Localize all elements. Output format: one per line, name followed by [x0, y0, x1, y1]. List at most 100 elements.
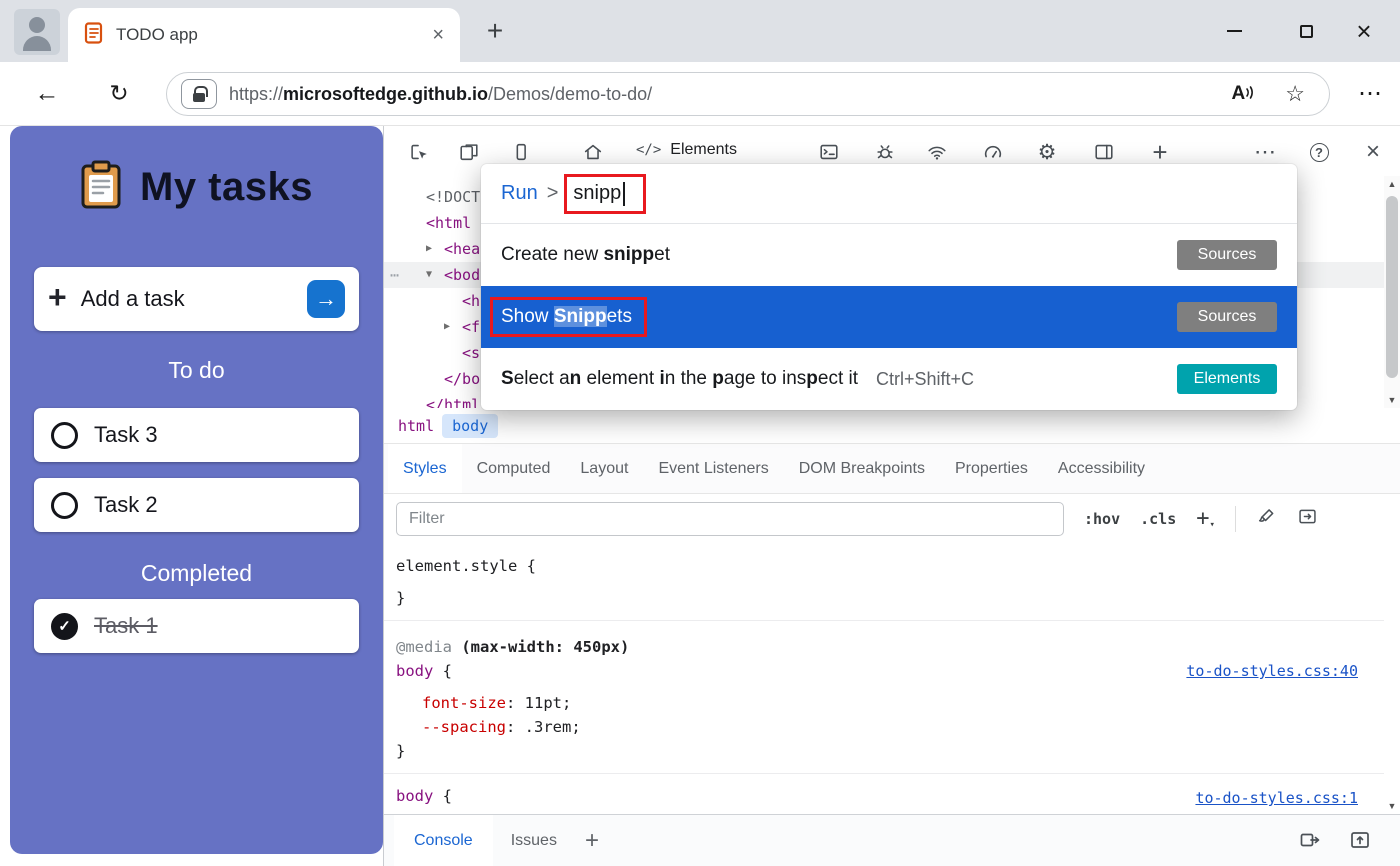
- toolbar-divider: [1235, 506, 1236, 532]
- chevron-prompt: >: [547, 182, 559, 205]
- browser-tab[interactable]: TODO app ×: [68, 8, 460, 62]
- url-bar[interactable]: https://microsoftedge.github.io/Demos/de…: [166, 72, 1330, 116]
- tab-close-icon[interactable]: ×: [432, 24, 444, 47]
- tab-event-listeners[interactable]: Event Listeners: [643, 444, 783, 493]
- move-drawer-icon[interactable]: [1348, 828, 1374, 854]
- code-icon: </>: [636, 142, 661, 158]
- read-aloud-button[interactable]: A: [1224, 83, 1264, 105]
- styles-scrollbar[interactable]: ▼: [1384, 544, 1400, 814]
- maximize-icon: [1300, 25, 1313, 38]
- command-item-show-snippets[interactable]: Show Snippets Sources: [481, 286, 1297, 348]
- app-header: My tasks: [10, 126, 383, 215]
- minimize-button[interactable]: [1210, 0, 1258, 62]
- read-aloud-icon: A: [1232, 83, 1246, 105]
- favorites-star-icon[interactable]: ☆: [1275, 81, 1315, 107]
- task-label: Task 3: [94, 422, 158, 448]
- style-rule-media[interactable]: @media (max-width: 450px) body {to-do-st…: [384, 621, 1384, 774]
- scrollbar-thumb[interactable]: [1386, 196, 1398, 378]
- tab-properties[interactable]: Properties: [940, 444, 1043, 493]
- devtools-menu-icon[interactable]: ⋯: [1252, 139, 1278, 165]
- network-icon[interactable]: [924, 139, 950, 165]
- breadcrumb-body-selected[interactable]: body: [442, 414, 498, 438]
- task-checkbox[interactable]: [51, 492, 78, 519]
- site-info-button[interactable]: [181, 79, 217, 109]
- styles-filter-input[interactable]: [396, 502, 1064, 536]
- add-task-form[interactable]: + Add a task →: [34, 267, 359, 331]
- annotation-highlight-box: Show Snippets: [490, 297, 647, 337]
- stylesheet-link[interactable]: to-do-styles.css:40: [1186, 659, 1358, 683]
- css-declaration[interactable]: font-size: 11pt;: [396, 691, 1384, 715]
- command-item-select-element[interactable]: Select an element in the page to inspect…: [481, 348, 1297, 410]
- refresh-button[interactable]: ↻: [98, 62, 140, 125]
- check-icon: ✓: [58, 617, 71, 635]
- rendering-brush-icon[interactable]: [1256, 506, 1277, 532]
- tab-layout[interactable]: Layout: [565, 444, 643, 493]
- breadcrumb-html[interactable]: html: [398, 417, 434, 435]
- task-checkbox[interactable]: [51, 422, 78, 449]
- css-declaration[interactable]: --spacing: .3rem;: [396, 715, 1384, 739]
- dom-scrollbar[interactable]: ▲ ▼: [1384, 176, 1400, 408]
- scroll-down-icon[interactable]: ▼: [1384, 798, 1400, 814]
- toggle-class-button[interactable]: .cls: [1140, 510, 1176, 528]
- scroll-down-icon[interactable]: ▼: [1384, 392, 1400, 408]
- tab-dom-breakpoints[interactable]: DOM Breakpoints: [784, 444, 940, 493]
- twisty-collapsed-icon[interactable]: ▶: [426, 236, 432, 262]
- drawer-tab-console[interactable]: Console: [394, 815, 493, 866]
- command-menu-header: Run > snipp: [481, 164, 1297, 224]
- styles-pane: element.style { } @media (max-width: 450…: [384, 544, 1384, 814]
- command-item-create-snippet[interactable]: Create new snippet Sources: [481, 224, 1297, 286]
- node-menu-dots-icon[interactable]: ⋯: [390, 262, 399, 288]
- task-row-completed[interactable]: ✓ Task 1: [34, 599, 359, 653]
- task-row[interactable]: Task 3: [34, 408, 359, 462]
- welcome-home-icon[interactable]: [580, 139, 606, 165]
- profile-avatar-icon[interactable]: [14, 9, 60, 55]
- command-query-input[interactable]: snipp: [564, 174, 646, 214]
- devtools-close-icon[interactable]: ×: [1360, 139, 1386, 165]
- stylesheet-link[interactable]: to-do-styles.css:1: [1195, 786, 1358, 810]
- avatar-torso: [23, 36, 51, 51]
- add-task-input[interactable]: Add a task: [81, 286, 307, 312]
- help-icon[interactable]: ?: [1306, 139, 1332, 165]
- tab-accessibility[interactable]: Accessibility: [1043, 444, 1160, 493]
- task-checkbox-checked[interactable]: ✓: [51, 613, 78, 640]
- console-panel-icon[interactable]: [816, 139, 842, 165]
- settings-gear-icon[interactable]: ⚙: [1034, 139, 1060, 165]
- open-panel-icon[interactable]: [1297, 506, 1318, 532]
- debugger-bug-icon[interactable]: [872, 139, 898, 165]
- new-style-rule-button[interactable]: +▾: [1196, 506, 1215, 531]
- arrow-right-icon: →: [315, 286, 337, 312]
- tab-computed[interactable]: Computed: [462, 444, 566, 493]
- new-tab-button[interactable]: +: [476, 13, 514, 51]
- style-rule-inline[interactable]: element.style { }: [384, 544, 1384, 621]
- twisty-collapsed-icon[interactable]: ▶: [444, 314, 450, 340]
- task-label: Task 2: [94, 492, 158, 518]
- scroll-up-icon[interactable]: ▲: [1384, 176, 1400, 192]
- drawer-add-tab-icon[interactable]: +: [575, 827, 609, 855]
- dom-tag-text: <bod: [444, 266, 480, 284]
- inspect-element-icon[interactable]: [406, 139, 432, 165]
- tab-favicon-icon: [84, 22, 104, 49]
- window-close-button[interactable]: ×: [1340, 0, 1388, 62]
- back-button[interactable]: ←: [26, 62, 68, 125]
- browser-menu-button[interactable]: ⋯: [1358, 62, 1384, 125]
- rule-selector: body: [396, 662, 433, 680]
- expand-console-icon[interactable]: [1298, 828, 1324, 854]
- style-rule-body[interactable]: body {to-do-styles.css:1 margin: ▶calc(2…: [384, 774, 1384, 814]
- drawer-tab-issues[interactable]: Issues: [493, 832, 575, 850]
- toggle-hover-state-button[interactable]: :hov: [1084, 510, 1120, 528]
- tab-styles[interactable]: Styles: [388, 444, 462, 493]
- task-row[interactable]: Task 2: [34, 478, 359, 532]
- command-item-label: Select an element in the page to inspect…: [501, 368, 858, 390]
- task-label: Task 1: [94, 613, 158, 639]
- performance-gauge-icon[interactable]: [980, 139, 1006, 165]
- activity-bar-icon[interactable]: [508, 139, 534, 165]
- device-toolbar-icon[interactable]: [456, 139, 482, 165]
- dock-side-icon[interactable]: [1091, 139, 1117, 165]
- command-menu: Run > snipp Create new snippet Sources S…: [481, 164, 1297, 410]
- maximize-button[interactable]: [1282, 0, 1330, 62]
- query-text: snipp: [573, 182, 621, 205]
- add-task-submit-button[interactable]: →: [307, 280, 345, 318]
- twisty-expanded-icon[interactable]: ▼: [426, 262, 432, 288]
- more-tools-add-icon[interactable]: +: [1147, 139, 1173, 165]
- console-drawer: Console Issues +: [384, 814, 1400, 866]
